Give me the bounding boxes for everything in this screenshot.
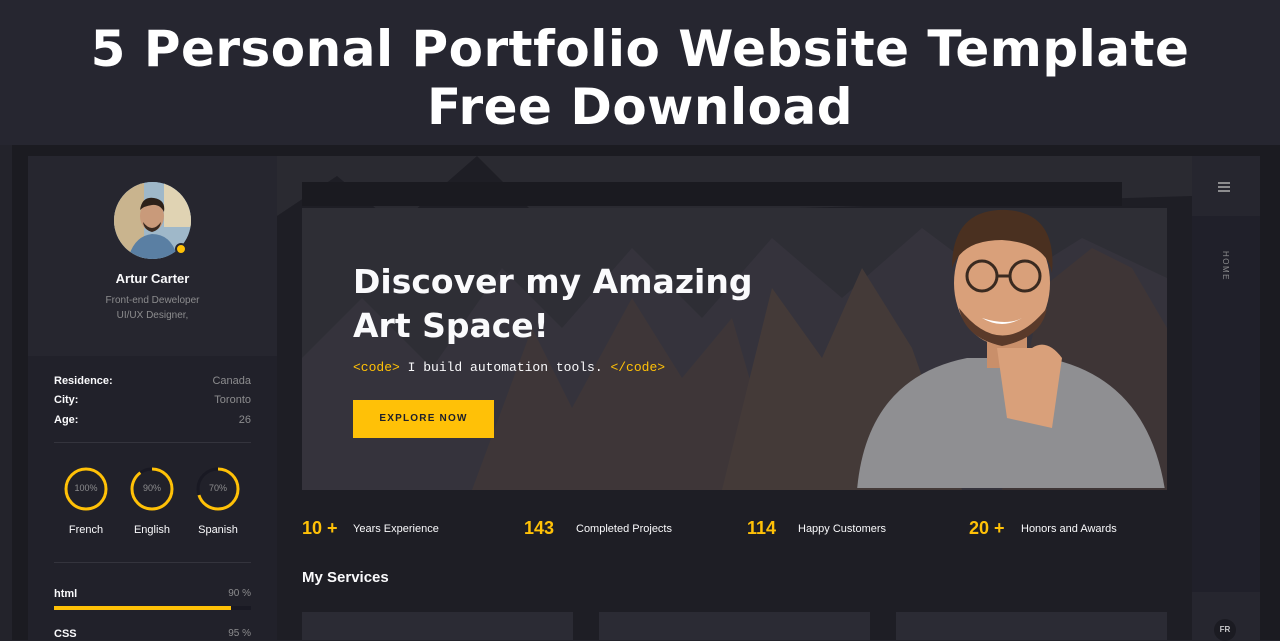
skill-percent: 90 % [228,588,251,599]
language-name: French [68,524,104,536]
info-row-age: Age: 26 [54,414,251,426]
divider [54,562,251,563]
hero-title: Discover my Amazing Art Space! [353,260,813,348]
language-ring-french: 100% [64,467,108,511]
profile-card: Artur Carter Front-end Deweloper UI/UX D… [28,156,277,356]
skill-bar-fill [54,606,232,610]
profile-name: Artur Carter [115,271,190,286]
menu-toggle-area [1192,156,1260,216]
info-label: Residence: [54,375,113,387]
stat-number: 10 + [302,518,338,538]
hero-banner: Discover my Amazing Art Space! <code> I … [302,208,1167,490]
info-value: Canada [212,375,251,387]
stat-label: Years Experience [353,523,439,535]
banner-title-line1: 5 Personal Portfolio Website Template [90,20,1190,78]
stat-number: 143 [524,518,555,538]
hero-title-line2: Art Space! [353,306,549,345]
service-card[interactable] [599,612,870,640]
skill-html: html 90 % [54,588,251,600]
language-name: Spanish [198,524,238,536]
ring-percent: 100% [74,483,98,493]
language-ring-spanish: 70% [196,467,240,511]
profile-role-line2: UI/UX Designer, [116,310,189,321]
language-name: English [133,524,171,536]
language-switch-button[interactable]: FR [1214,619,1236,641]
info-label: Age: [54,414,79,426]
page-banner: 5 Personal Portfolio Website Template Fr… [0,0,1280,145]
code-close-tag: </code> [610,360,666,375]
profile-role-line1: Front-end Deweloper [105,295,200,306]
skill-bar [54,606,251,610]
hamburger-menu-icon[interactable] [1218,182,1230,192]
ring-percent: 90% [142,483,161,493]
hero-code-tagline: <code> I build automation tools. </code> [353,360,665,375]
service-card[interactable] [896,612,1167,640]
nav-home-link[interactable]: HOME [1221,251,1230,281]
stat-label: Happy Customers [798,523,887,535]
service-card[interactable] [302,612,573,640]
stat-label: Honors and Awards [1021,523,1117,535]
skill-css: CSS 95 % [54,628,251,640]
stat-number: 20 + [969,518,1005,538]
divider [54,442,251,443]
skill-percent: 95 % [228,628,251,639]
info-value: Toronto [214,394,251,406]
info-row-residence: Residence: Canada [54,375,251,387]
right-nav-rail: HOME FR [1192,156,1260,641]
info-value: 26 [238,414,251,426]
info-label: City: [54,394,79,406]
info-row-city: City: Toronto [54,394,251,406]
ring-percent: 70% [208,483,227,493]
hero-portrait [857,209,1165,488]
top-bar-placeholder [302,182,1122,206]
online-status-dot [175,243,187,255]
code-open-tag: <code> [353,360,400,375]
language-ring-english: 90% [130,467,174,511]
skill-name: html [54,588,78,600]
services-heading: My Services [302,569,389,586]
stat-label: Completed Projects [576,523,672,535]
skill-name: CSS [54,628,77,640]
stat-number: 114 [747,518,777,538]
explore-now-button[interactable]: EXPLORE NOW [353,400,494,438]
hero-title-line1: Discover my Amazing [353,262,753,301]
sidebar: Artur Carter Front-end Deweloper UI/UX D… [28,156,277,640]
code-text: I build automation tools. [399,360,611,375]
banner-title-line2: Free Download [426,78,853,136]
